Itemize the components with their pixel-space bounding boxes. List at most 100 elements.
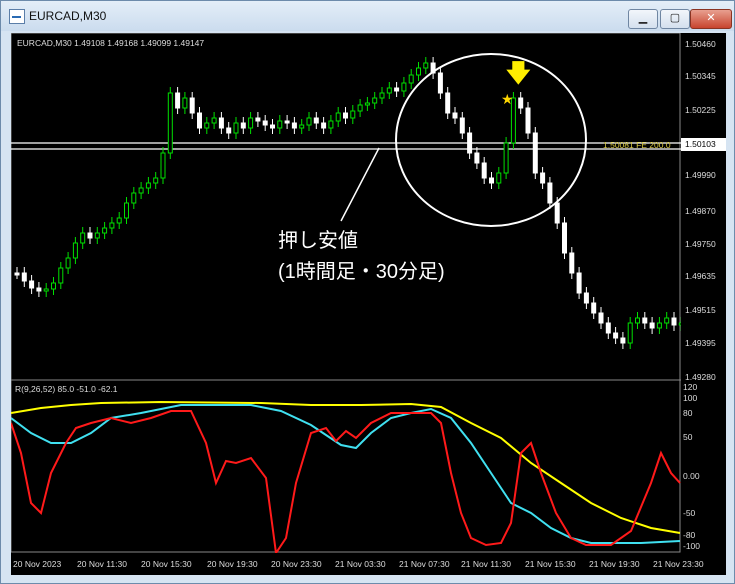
candle-body	[153, 177, 159, 184]
candle-body	[58, 267, 64, 284]
candle-body	[613, 332, 619, 339]
candle-body	[255, 117, 261, 122]
candle-body	[36, 287, 42, 292]
candle-body	[233, 122, 239, 134]
candle-body	[160, 152, 166, 179]
candle-body	[357, 104, 363, 112]
candle-body	[226, 127, 232, 134]
time-tick: 20 Nov 2023	[13, 559, 61, 569]
candlesticks	[14, 57, 681, 349]
time-tick: 20 Nov 23:30	[271, 559, 322, 569]
price-axis: 1.50460 1.50345 1.50225 1.50103 1.49990 1.498…	[681, 33, 726, 553]
indicator-tick: 80	[683, 408, 693, 418]
candle-body	[270, 124, 275, 129]
price-tick: 1.49635	[685, 271, 716, 281]
time-tick: 20 Nov 15:30	[141, 559, 192, 569]
candle-body	[65, 257, 71, 269]
indicator-tick: -50	[683, 508, 696, 518]
star-icon: ★	[501, 91, 514, 107]
indicator-tick: 50	[683, 432, 693, 442]
indicator-label: R(9,26,52) 85.0 -51.0 -62.1	[15, 384, 118, 394]
candle-body	[145, 182, 151, 189]
candle-body	[350, 110, 356, 119]
candle-body	[467, 132, 473, 154]
candle-body	[94, 232, 100, 239]
candle-body	[474, 152, 480, 164]
candle-body	[284, 120, 290, 124]
cyan-line	[11, 404, 681, 544]
candle-body	[204, 122, 210, 129]
annotation-arrow	[340, 147, 380, 222]
candle-body	[102, 227, 108, 234]
minimize-button[interactable]: ▁	[628, 9, 658, 29]
candle-body	[240, 122, 246, 129]
candle-body	[72, 242, 78, 259]
red-line	[11, 410, 681, 553]
candle-body	[532, 132, 538, 174]
candle-body	[299, 124, 305, 129]
candle-body	[80, 232, 86, 244]
candle-body	[635, 317, 640, 324]
candle-body	[335, 112, 341, 122]
candle-body	[131, 192, 137, 204]
candle-body	[489, 177, 494, 184]
candle-body	[14, 272, 20, 276]
candle-body	[313, 117, 319, 124]
annotation-line1: 押し安値	[278, 229, 358, 252]
candle-body	[124, 202, 129, 219]
price-tick: 1.49515	[685, 305, 716, 315]
symbol-info: EURCAD,M30 1.49108 1.49168 1.49099 1.491…	[17, 38, 204, 48]
price-tick: 1.49395	[685, 338, 716, 348]
candle-body	[306, 117, 312, 126]
candle-body	[423, 62, 429, 69]
candle-body	[43, 288, 49, 292]
candle-body	[569, 252, 575, 274]
oscillator-lines	[11, 400, 681, 553]
candle-body	[379, 92, 385, 99]
maximize-button[interactable]: ▢	[660, 9, 690, 29]
chart-icon	[9, 9, 25, 24]
candle-body	[562, 222, 567, 254]
candle-body	[21, 272, 27, 282]
price-tick: 1.50345	[685, 71, 716, 81]
candle-body	[343, 112, 348, 119]
candle-body	[664, 317, 670, 324]
candle-body	[51, 282, 56, 290]
candle-body	[437, 72, 443, 94]
candle-body	[583, 292, 589, 304]
candle-body	[291, 122, 297, 129]
candle-body	[109, 222, 115, 229]
time-tick: 21 Nov 19:30	[589, 559, 640, 569]
candle-body	[248, 117, 254, 129]
candle-body	[627, 322, 633, 344]
candle-body	[620, 337, 626, 344]
time-tick: 21 Nov 03:30	[335, 559, 386, 569]
candle-body	[656, 322, 662, 329]
candle-body	[416, 67, 421, 76]
candle-body	[525, 107, 531, 134]
candle-body	[649, 322, 655, 329]
indicator-tick: 100	[683, 393, 697, 403]
title-bar[interactable]: EURCAD,M30 ▁ ▢ ✕	[1, 1, 734, 31]
candle-body	[328, 120, 334, 129]
indicator-tick: -100	[683, 541, 700, 551]
candle-body	[116, 217, 122, 224]
price-tick: 1.49870	[685, 206, 716, 216]
chart-window: EURCAD,M30 ▁ ▢ ✕ EURCAD,M30 1.49108 1.49…	[0, 0, 735, 584]
candle-body	[175, 92, 181, 109]
candle-body	[189, 97, 195, 114]
candle-body	[321, 122, 327, 129]
time-tick: 21 Nov 11:30	[461, 559, 511, 569]
candle-body	[459, 117, 465, 134]
candle-body	[642, 317, 648, 324]
indicator-tick: 120	[683, 382, 697, 392]
candle-body	[262, 120, 268, 126]
close-button[interactable]: ✕	[690, 9, 732, 29]
price-chart[interactable]: EURCAD,M30 1.49108 1.49168 1.49099 1.491…	[11, 33, 681, 553]
annotation-line2: (1時間足・30分足)	[278, 260, 445, 283]
indicator-tick: 0.00	[683, 471, 700, 481]
candle-body	[401, 82, 407, 92]
candle-body	[372, 97, 378, 104]
indicator-tick: -80	[683, 530, 696, 540]
candle-body	[277, 120, 283, 129]
